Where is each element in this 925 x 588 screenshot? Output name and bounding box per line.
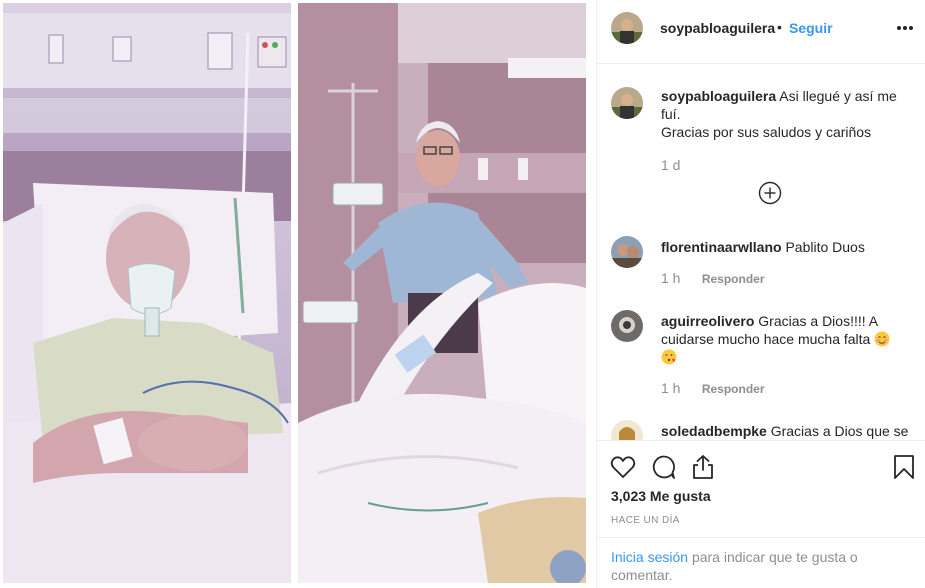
comment-username-link[interactable]: aguirreolivero <box>661 313 754 329</box>
comment-icon[interactable] <box>649 453 677 481</box>
comment-meta: 1 h Responder <box>661 270 765 286</box>
post-media[interactable] <box>0 0 596 588</box>
kissing-heart-emoji <box>661 349 677 365</box>
comment-avatar[interactable] <box>611 236 643 268</box>
comment-avatar[interactable] <box>611 310 643 342</box>
author-avatar[interactable] <box>611 12 643 44</box>
caption-avatar[interactable] <box>611 87 643 119</box>
caption-meta: 1 d <box>661 157 680 173</box>
comments-list[interactable]: soypabloaguilera Asi llegué y así me fuí… <box>597 65 925 440</box>
caption-avatar-image <box>611 87 643 119</box>
photo-patient-in-bed <box>3 3 291 583</box>
comment-avatar-image <box>611 236 643 268</box>
smiling-blush-emoji <box>874 331 890 347</box>
comment-text: soledadbempke Gracias a Dios que se <box>661 422 916 440</box>
caption-line-2: Gracias por sus saludos y cariños <box>661 124 872 140</box>
login-link[interactable]: Inicia sesión <box>611 549 688 565</box>
post-sidebar: soypabloaguilera • Seguir soypabloaguile… <box>596 0 925 588</box>
login-prompt-text: Inicia sesión para indicar que te gusta … <box>611 548 911 584</box>
author-avatar-image <box>611 12 643 44</box>
share-icon[interactable] <box>689 453 717 481</box>
comment-time[interactable]: 1 h <box>661 380 680 396</box>
comment-text: florentinaarwllano Pablito Duos <box>661 238 916 256</box>
bookmark-icon[interactable] <box>890 453 918 481</box>
comment-time[interactable]: 1 h <box>661 270 680 286</box>
comment-body: Pablito Duos <box>785 239 865 255</box>
comment-username-link[interactable]: soledadbempke <box>661 423 767 439</box>
reply-button[interactable]: Responder <box>702 272 765 286</box>
photo-man-standing <box>298 3 586 583</box>
comment-avatar-image <box>611 420 643 440</box>
heart-icon[interactable] <box>609 453 637 481</box>
comment-username-link[interactable]: florentinaarwllano <box>661 239 782 255</box>
comment-text: aguirreolivero Gracias a Dios!!!! A cuid… <box>661 312 916 366</box>
caption-time[interactable]: 1 d <box>661 157 680 173</box>
plus-circle-icon[interactable] <box>758 181 782 205</box>
follow-button[interactable]: Seguir <box>789 20 833 36</box>
reply-button[interactable]: Responder <box>702 382 765 396</box>
author-username-link[interactable]: soypabloaguilera <box>660 20 775 36</box>
post-header: soypabloaguilera • Seguir <box>597 0 925 64</box>
caption-text: soypabloaguilera Asi llegué y así me fuí… <box>661 87 916 141</box>
comment-avatar-image <box>611 310 643 342</box>
comment-avatar[interactable] <box>611 420 643 440</box>
caption-username-link[interactable]: soypabloaguilera <box>661 88 776 104</box>
post-date[interactable]: HACE UN DÍA <box>611 515 680 526</box>
comment-body: Gracias a Dios que se <box>770 423 909 439</box>
separator-dot: • <box>777 19 782 35</box>
more-options-icon[interactable] <box>895 18 915 38</box>
login-prompt: Inicia sesión para indicar que te gusta … <box>597 537 925 588</box>
likes-count[interactable]: 3,023 Me gusta <box>611 488 711 504</box>
post-actions: 3,023 Me gusta HACE UN DÍA Inicia sesión… <box>597 440 925 588</box>
comment-meta: 1 h Responder <box>661 380 765 396</box>
